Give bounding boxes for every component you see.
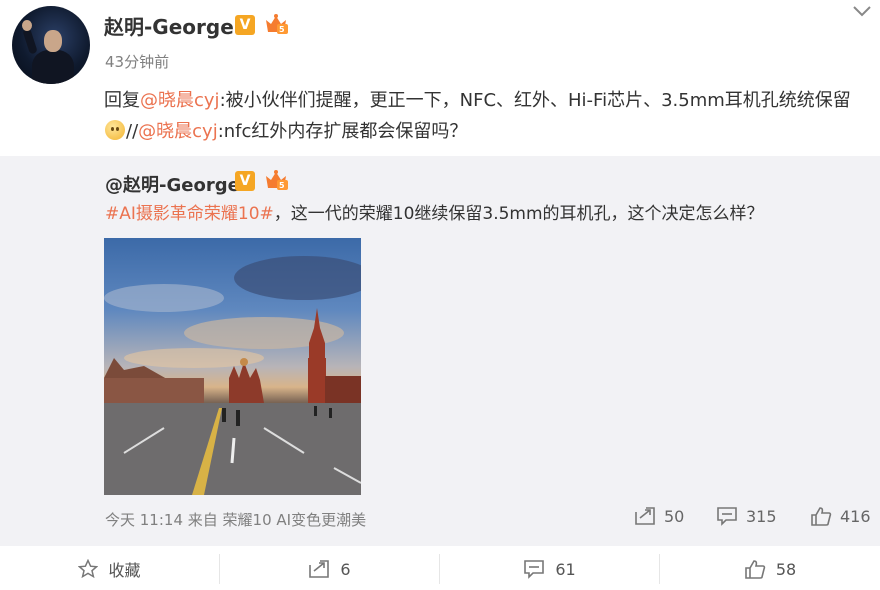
post-text-part1: :被小伙伴们提醒，更正一下，NFC、红外、Hi-Fi芯片、3.5mm耳机孔统统保… [219, 90, 851, 111]
retweet-forward-stat[interactable]: 50 [634, 506, 684, 526]
hashtag-link[interactable]: #AI摄影革命荣耀10# [105, 204, 274, 224]
comment-icon [717, 507, 737, 526]
chevron-down-icon[interactable] [851, 2, 873, 20]
post-content: 回复@晓晨cyj:被小伙伴们提醒，更正一下，NFC、红外、Hi-Fi芯片、3.5… [104, 85, 869, 147]
retweet-box: @赵明-George V 5 #AI摄影革命荣耀10#，这一代的荣耀10继续保留… [0, 156, 880, 546]
retweet-text: ，这一代的荣耀10继续保留3.5mm的耳机孔，这个决定怎么样？ [273, 204, 764, 224]
like-count: 58 [775, 559, 797, 579]
like-count: 416 [840, 506, 871, 526]
verified-badge-icon: V [235, 171, 255, 191]
verified-badge-icon: V [235, 15, 255, 35]
like-button[interactable]: 58 [660, 554, 880, 584]
retweet-user-name[interactable]: @赵明-George [105, 171, 240, 197]
smile-emoji-icon [105, 120, 125, 140]
post-time[interactable]: 43分钟前 [105, 51, 169, 72]
comment-count: 61 [555, 559, 576, 579]
favorite-label: 收藏 [108, 561, 141, 580]
user-name[interactable]: 赵明-George [104, 11, 234, 40]
mention-link[interactable]: @晓晨cyj [140, 90, 220, 111]
retweet-like-stat[interactable]: 416 [810, 506, 871, 526]
retweet-comment-stat[interactable]: 315 [716, 506, 777, 526]
comment-button[interactable]: 61 [440, 554, 660, 584]
reply-prefix: 回复 [104, 90, 140, 111]
post-text-part2: :nfc红外内存扩展都会保留吗？ [217, 121, 468, 142]
weibo-post: 赵明-George V 5 43分钟前 回复@晓晨cyj:被小伙伴们提醒，更正一… [0, 0, 880, 590]
comment-count: 315 [746, 506, 777, 526]
action-bar: 收藏 6 61 58 [0, 548, 880, 590]
comment-icon [524, 560, 545, 579]
user-avatar[interactable] [12, 6, 90, 84]
forward-count: 6 [340, 559, 351, 579]
repost-slashes: // [126, 121, 139, 142]
forward-count: 50 [664, 506, 685, 526]
post-photo[interactable] [104, 238, 361, 495]
forward-icon [309, 560, 330, 578]
thumbs-up-icon [745, 560, 766, 579]
favorite-button[interactable]: 收藏 [0, 554, 220, 584]
svg-text:5: 5 [279, 181, 285, 190]
star-icon [78, 559, 99, 579]
forward-icon [635, 507, 655, 525]
thumbs-up-icon [811, 507, 832, 526]
member-crown-icon[interactable]: 5 [263, 168, 289, 192]
retweet-content: #AI摄影革命荣耀10#，这一代的荣耀10继续保留3.5mm的耳机孔，这个决定怎… [105, 202, 875, 226]
retweet-source[interactable]: 今天 11:14 来自 荣耀10 AI变色更潮美 [105, 509, 366, 530]
mention-link[interactable]: @晓晨cyj [138, 121, 218, 142]
forward-button[interactable]: 6 [220, 554, 440, 584]
member-crown-icon[interactable]: 5 [263, 12, 289, 36]
svg-text:5: 5 [279, 25, 285, 34]
